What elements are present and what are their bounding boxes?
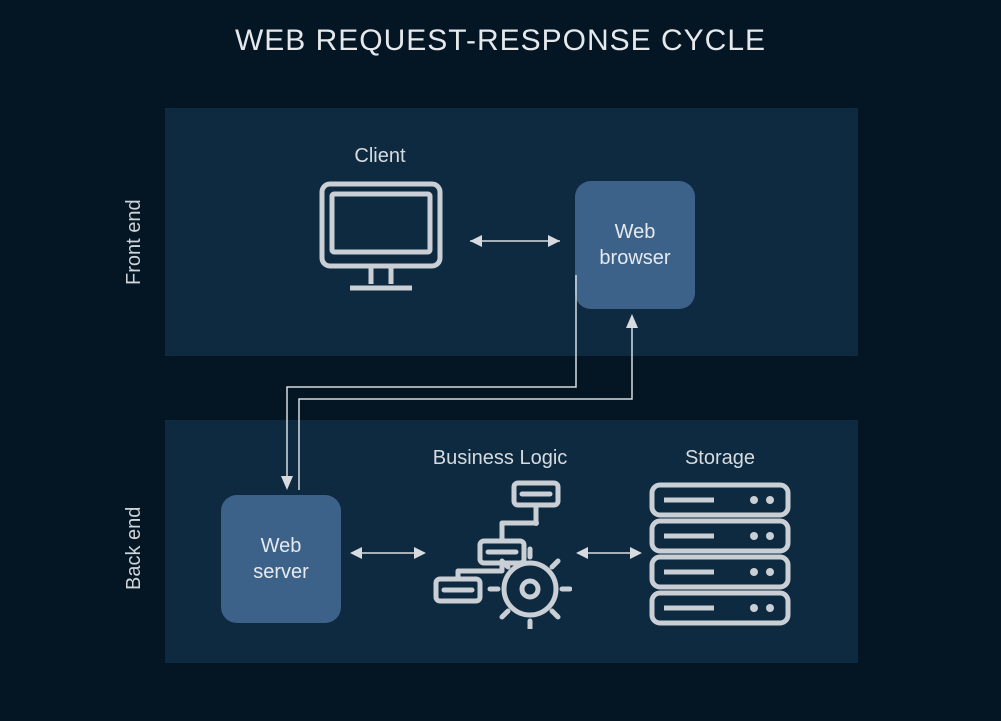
frontend-label: Front end (123, 199, 146, 285)
client-label: Client (320, 145, 440, 168)
frontend-panel (165, 108, 858, 356)
backend-label: Back end (123, 507, 146, 590)
business-logic-label: Business Logic (400, 447, 600, 470)
web-browser-label: Web browser (599, 219, 670, 271)
storage-label: Storage (655, 447, 785, 470)
monitor-icon (316, 178, 446, 298)
web-server-label: Web server (253, 533, 309, 585)
workflow-gear-icon (432, 479, 572, 629)
server-stack-icon (646, 479, 794, 631)
diagram-title: WEB REQUEST-RESPONSE CYCLE (0, 24, 1001, 58)
web-server-node: Web server (221, 495, 341, 623)
web-browser-node: Web browser (575, 181, 695, 309)
